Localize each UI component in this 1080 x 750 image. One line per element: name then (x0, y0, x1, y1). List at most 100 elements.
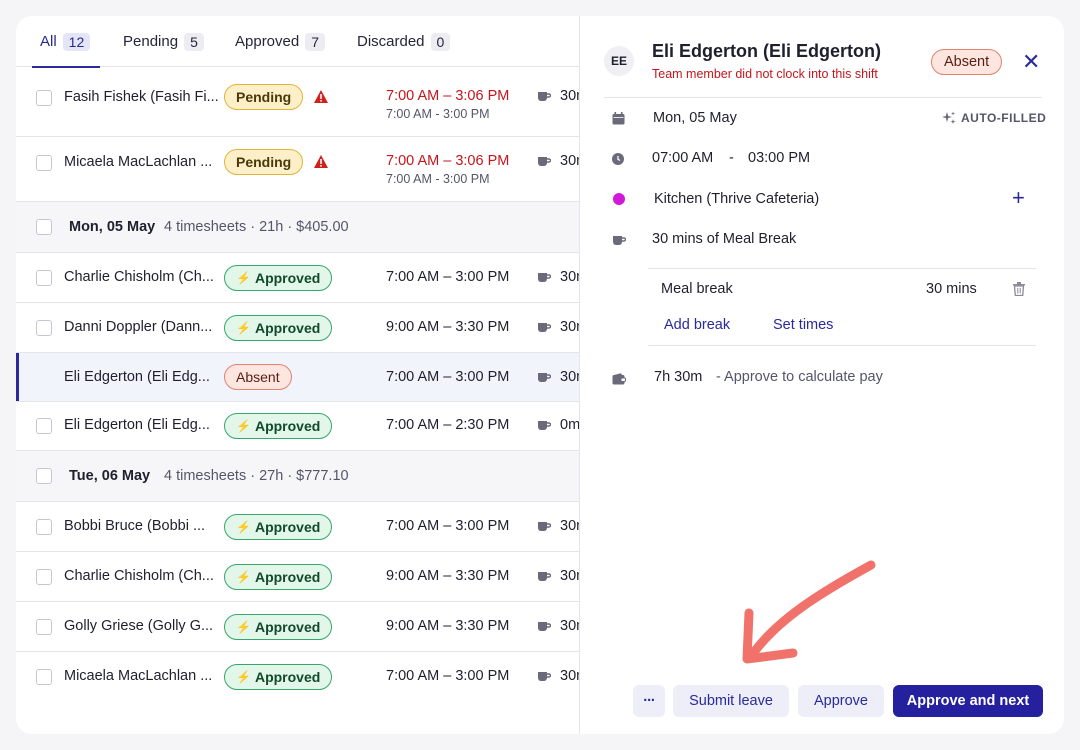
employee-name: Fasih Fishek (Fasih Fi... (64, 89, 219, 105)
coffee-cup-icon (538, 323, 551, 332)
row-checkbox[interactable] (36, 669, 52, 685)
more-actions-button[interactable]: ··· (633, 685, 665, 717)
tab-discarded[interactable]: Discarded 0 (341, 16, 466, 67)
table-row[interactable]: Danni Doppler (Dann... ⚡ Approved 9:00 AM… (16, 303, 579, 353)
coffee-cup-icon (538, 373, 551, 382)
break-duration: 0m (560, 417, 579, 433)
tab-label: Pending (123, 33, 179, 50)
clocked-time: 7:00 AM – 3:00 PM (386, 668, 510, 684)
status-badge: ⚡ Approved (224, 514, 333, 540)
scheduled-time: 7:00 AM - 3:00 PM (386, 172, 490, 186)
clocked-time: 7:00 AM – 3:06 PM (386, 88, 510, 104)
shift-date[interactable]: Mon, 05 May (653, 110, 737, 126)
bolt-icon: ⚡ (236, 670, 251, 684)
close-icon[interactable]: ✕ (1022, 50, 1040, 74)
break-type[interactable]: Meal break (661, 281, 733, 297)
coffee-cup-icon (538, 522, 551, 531)
clocked-time: 7:00 AM – 3:06 PM (386, 153, 510, 169)
panel-warning-text: Team member did not clock into this shif… (652, 67, 878, 81)
status-badge: ⚡ Approved (224, 664, 333, 690)
divider (604, 97, 1042, 98)
row-checkbox[interactable] (36, 519, 52, 535)
group-checkbox[interactable] (36, 219, 52, 235)
tab-pending[interactable]: Pending 5 (107, 16, 220, 67)
coffee-cup-icon (538, 622, 551, 631)
break-duration: 30m (560, 319, 579, 335)
end-time-input[interactable]: 03:00 PM (748, 150, 810, 166)
add-break-link[interactable]: Add break (664, 317, 730, 333)
status-badge: ⚡ Approved (224, 564, 333, 590)
table-row[interactable]: Charlie Chisholm (Ch... ⚡ Approved 9:00 A… (16, 552, 579, 602)
status-badge: Pending (224, 84, 304, 110)
avatar: EE (604, 46, 634, 76)
trash-icon[interactable] (1013, 282, 1025, 296)
clocked-time: 7:00 AM – 2:30 PM (386, 417, 510, 433)
date-group-header: Mon, 05 May 4 timesheets · 21h · $405.00 (16, 202, 579, 253)
table-row[interactable]: Charlie Chisholm (Ch... ⚡ Approved 7:00 A… (16, 253, 579, 303)
status-badge: ⚡ Approved (224, 614, 333, 640)
break-duration: 30m (560, 618, 579, 634)
timesheet-card: All 12 Pending 5 Approved 7 Discarded 0 … (16, 16, 1064, 734)
coffee-cup-icon (538, 92, 551, 101)
tab-count: 12 (62, 32, 91, 51)
break-duration: 30m (560, 518, 579, 534)
table-row[interactable]: Micaela MacLachlan ... ⚡ Approved 7:00 AM… (16, 652, 579, 702)
table-row[interactable]: Eli Edgerton (Eli Edg... ⚡ Approved 7:00 … (16, 402, 579, 451)
employee-name: Charlie Chisholm (Ch... (64, 568, 214, 584)
table-row-selected[interactable]: Eli Edgerton (Eli Edg... Absent 7:00 AM … (16, 353, 579, 402)
status-label: Absent (236, 369, 280, 385)
break-duration: 30m (560, 269, 579, 285)
employee-name: Golly Griese (Golly G... (64, 618, 214, 634)
bolt-icon: ⚡ (236, 520, 251, 534)
add-icon[interactable]: + (1012, 186, 1025, 210)
auto-filled-label: AUTO-FILLED (942, 111, 1046, 125)
row-checkbox[interactable] (36, 320, 52, 336)
status-tabs: All 12 Pending 5 Approved 7 Discarded 0 (16, 16, 579, 68)
group-summary: 4 timesheets · 21h · $405.00 (164, 219, 349, 235)
set-times-link[interactable]: Set times (773, 317, 833, 333)
row-checkbox[interactable] (36, 569, 52, 585)
group-checkbox[interactable] (36, 468, 52, 484)
status-label: Approved (254, 619, 321, 635)
status-label: Approved (254, 669, 321, 685)
table-row[interactable]: Golly Griese (Golly G... ⚡ Approved 9:00 … (16, 602, 579, 652)
approve-button[interactable]: Approve (798, 685, 884, 717)
tab-all[interactable]: All 12 (24, 16, 100, 68)
row-checkbox[interactable] (36, 155, 52, 171)
row-checkbox[interactable] (36, 418, 52, 434)
clock-icon (612, 153, 624, 165)
time-separator: - (729, 150, 734, 166)
row-checkbox[interactable] (36, 619, 52, 635)
row-checkbox[interactable] (36, 270, 52, 286)
break-duration: 30m (560, 568, 579, 584)
annotation-arrow-icon (742, 560, 876, 664)
break-duration-input[interactable]: 30 mins (926, 281, 977, 297)
location-color-dot (613, 193, 625, 205)
bolt-icon: ⚡ (236, 570, 251, 584)
row-checkbox[interactable] (36, 90, 52, 106)
status-badge: ⚡ Approved (224, 265, 333, 291)
start-time-input[interactable]: 07:00 AM (652, 150, 713, 166)
auto-filled-text: AUTO-FILLED (961, 111, 1047, 125)
break-duration: 30m (560, 369, 579, 385)
status-label: Pending (236, 154, 292, 170)
tab-approved[interactable]: Approved 7 (219, 16, 341, 67)
panel-title: Eli Edgerton (Eli Edgerton) (652, 41, 881, 61)
table-row[interactable]: Bobbi Bruce (Bobbi ... ⚡ Approved 7:00 AM… (16, 502, 579, 552)
table-row[interactable]: Micaela MacLachlan ... Pending 7:00 AM –… (16, 137, 579, 202)
clocked-time: 9:00 AM – 3:30 PM (386, 618, 510, 634)
break-duration: 30m (560, 668, 579, 684)
submit-leave-button[interactable]: Submit leave (673, 685, 789, 717)
coffee-cup-icon (613, 236, 626, 245)
break-duration: 30m (560, 88, 579, 104)
status-label: Approved (254, 320, 321, 336)
tab-count: 7 (305, 32, 326, 51)
approve-and-next-button[interactable]: Approve and next (893, 685, 1043, 717)
total-hours: 7h 30m (654, 369, 703, 385)
location-select[interactable]: Kitchen (Thrive Cafeteria) (654, 191, 819, 207)
status-badge: Absent (224, 364, 292, 390)
group-date: Mon, 05 May (69, 219, 156, 235)
coffee-cup-icon (538, 672, 551, 681)
employee-name: Micaela MacLachlan ... (64, 668, 213, 684)
table-row[interactable]: Fasih Fishek (Fasih Fi... Pending 7:00 A… (16, 72, 579, 137)
